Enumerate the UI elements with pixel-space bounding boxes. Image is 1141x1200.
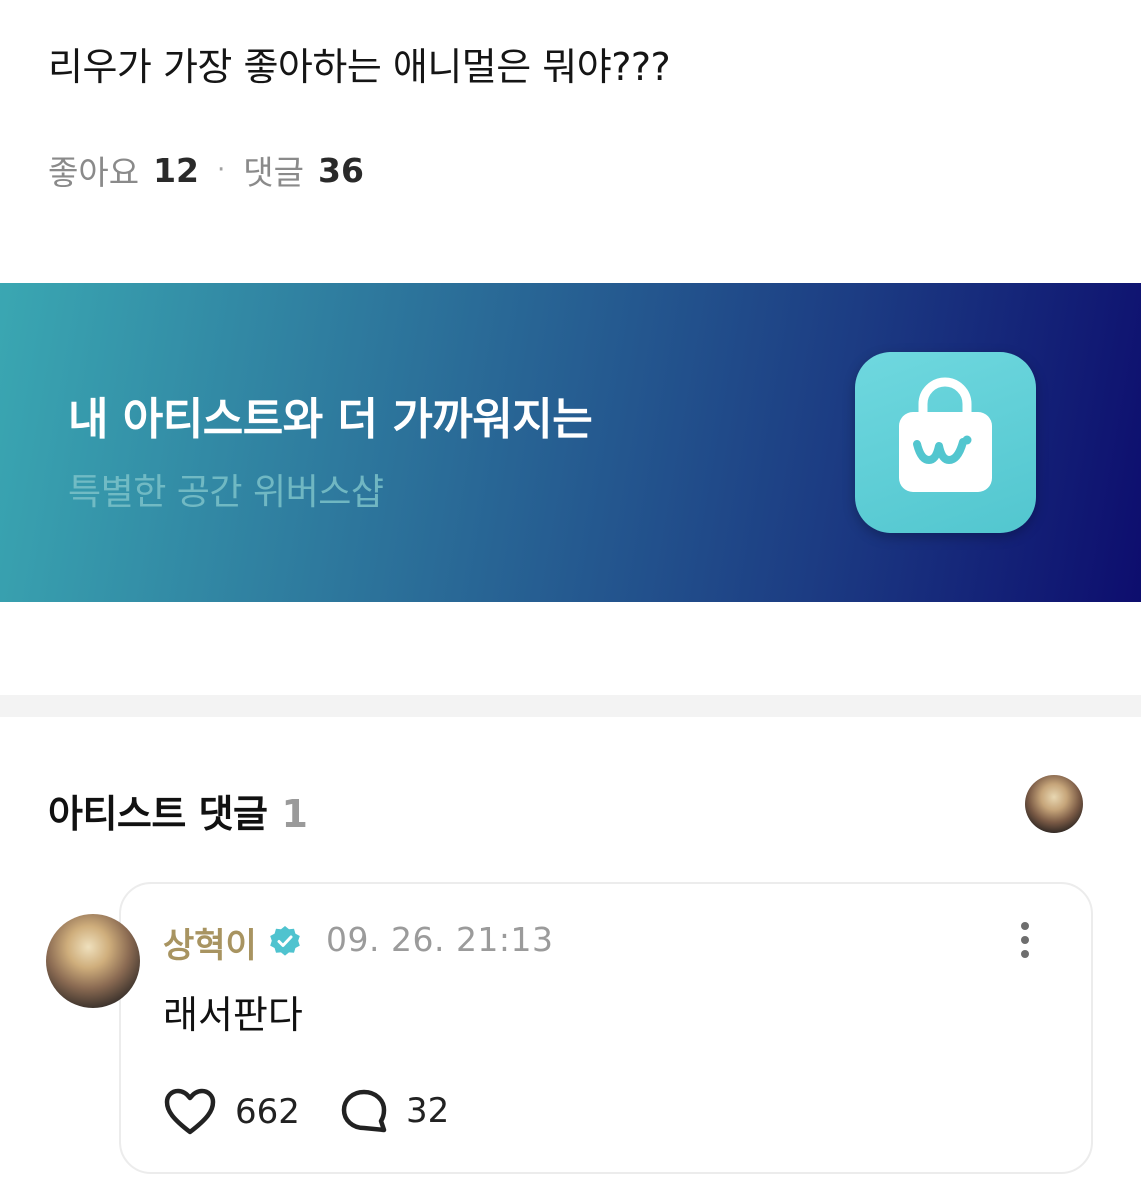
heart-icon xyxy=(164,1088,216,1135)
artist-comments-title: 아티스트 댓글 xyxy=(48,792,268,836)
speech-bubble-icon xyxy=(341,1089,387,1133)
comments-label[interactable]: 댓글 xyxy=(243,146,304,194)
artist-comments-count: 1 xyxy=(281,792,308,836)
post-page: 리우가 가장 좋아하는 애니멀은 뭐야??? 좋아요 12 · 댓글 36 내 … xyxy=(0,0,1141,1200)
reply-button[interactable]: 32 xyxy=(340,1088,449,1134)
comments-count[interactable]: 36 xyxy=(318,151,364,190)
weverse-shop-bag-icon xyxy=(855,352,1036,533)
comment-author-avatar[interactable] xyxy=(46,914,140,1008)
reply-count: 32 xyxy=(406,1091,450,1131)
post-stats: 좋아요 12 · 댓글 36 xyxy=(48,146,364,194)
stats-separator: · xyxy=(217,155,226,185)
artist-comments-header: 아티스트 댓글 1 xyxy=(48,783,308,838)
banner-title: 내 아티스트와 더 가까워지는 xyxy=(68,394,593,445)
more-options-icon[interactable] xyxy=(1008,918,1042,962)
comment-author-name[interactable]: 상혁이 xyxy=(163,918,257,967)
like-button[interactable]: 662 xyxy=(163,1088,300,1136)
comment-timestamp: 09. 26. 21:13 xyxy=(326,920,554,959)
verified-badge-icon xyxy=(270,926,300,956)
banner-subtitle: 특별한 공간 위버스샵 xyxy=(68,472,384,513)
weverse-shop-banner[interactable]: 내 아티스트와 더 가까워지는 특별한 공간 위버스샵 xyxy=(0,283,1141,602)
artist-avatar[interactable] xyxy=(1025,775,1083,833)
post-text: 리우가 가장 좋아하는 애니멀은 뭐야??? xyxy=(48,45,671,89)
section-divider xyxy=(0,695,1141,717)
likes-label[interactable]: 좋아요 xyxy=(48,146,139,194)
like-count: 662 xyxy=(235,1092,300,1132)
likes-count[interactable]: 12 xyxy=(153,151,199,190)
comment-body: 래서판다 xyxy=(163,993,303,1037)
